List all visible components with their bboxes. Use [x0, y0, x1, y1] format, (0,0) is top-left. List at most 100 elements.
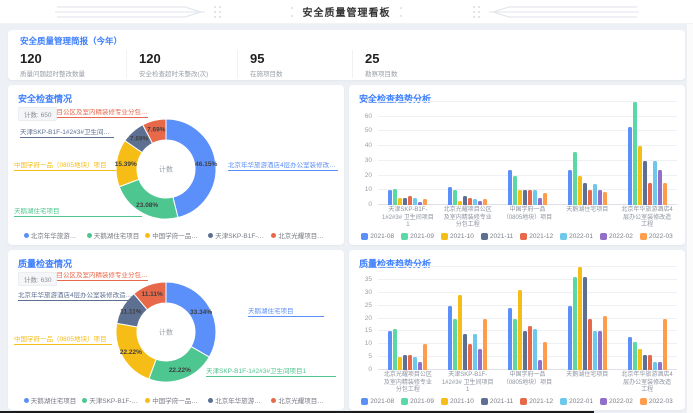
bar-2021-11[interactable]: [583, 277, 587, 370]
bar-2022-03[interactable]: [483, 319, 487, 371]
bar-2021-11[interactable]: [403, 355, 407, 370]
legend-item[interactable]: 2022-01: [560, 398, 593, 405]
bar-2022-01[interactable]: [533, 329, 537, 370]
legend-item[interactable]: 北京光耀项目公区及室内精装修专业分包工程: [271, 395, 328, 405]
legend-item[interactable]: 2022-01: [560, 233, 593, 240]
legend-item[interactable]: 2022-03: [640, 233, 673, 240]
legend-item[interactable]: 2021-08: [361, 398, 394, 405]
bar-2021-10[interactable]: [518, 190, 522, 205]
bar-2021-08[interactable]: [388, 331, 392, 370]
legend-item[interactable]: 2021-09: [401, 233, 434, 240]
bar-2021-09[interactable]: [513, 319, 517, 371]
legend-item[interactable]: 2021-12: [520, 398, 553, 405]
legend-item[interactable]: 2022-02: [600, 398, 633, 405]
bar-2021-08[interactable]: [628, 127, 632, 205]
bar-2021-12[interactable]: [468, 198, 472, 205]
bar-2021-11[interactable]: [463, 196, 467, 205]
bar-2021-12[interactable]: [648, 183, 652, 205]
bar-2021-09[interactable]: [633, 102, 637, 205]
bar-2022-03[interactable]: [603, 192, 607, 205]
legend-item[interactable]: 2022-02: [600, 233, 633, 240]
bar-2021-11[interactable]: [583, 183, 587, 205]
bar-2021-09[interactable]: [513, 176, 517, 205]
legend-item[interactable]: 中国学府一品（0805地块）项目: [145, 395, 202, 405]
legend-item[interactable]: 2021-10: [441, 398, 474, 405]
legend-item[interactable]: 天津SKP-B1F-1#2#3#卫生间项目1: [82, 395, 139, 405]
bar-2022-01[interactable]: [473, 334, 477, 370]
bar-2021-09[interactable]: [393, 329, 397, 370]
bar-2021-08[interactable]: [508, 308, 512, 370]
bar-2021-10[interactable]: [578, 176, 582, 205]
bar-2022-03[interactable]: [603, 316, 607, 370]
legend-item[interactable]: 天津SKP-B1F-1#2#3#卫生间项目1: [208, 230, 265, 240]
bar-2022-01[interactable]: [413, 198, 417, 205]
bar-2022-02[interactable]: [418, 202, 422, 205]
bar-2021-10[interactable]: [578, 267, 582, 370]
bar-2021-09[interactable]: [393, 189, 397, 205]
bar-2021-11[interactable]: [523, 190, 527, 205]
bar-2021-09[interactable]: [573, 152, 577, 205]
legend-item[interactable]: 2021-12: [520, 233, 553, 240]
bar-2022-03[interactable]: [483, 199, 487, 205]
bar-2022-02[interactable]: [658, 170, 662, 205]
bar-2021-10[interactable]: [638, 146, 642, 205]
legend-item[interactable]: 2021-11: [481, 233, 513, 240]
bar-2021-11[interactable]: [643, 161, 647, 205]
bar-2022-01[interactable]: [653, 362, 657, 370]
bar-2022-02[interactable]: [538, 360, 542, 370]
bar-2021-11[interactable]: [523, 331, 527, 370]
bar-2021-08[interactable]: [448, 306, 452, 370]
bar-2022-03[interactable]: [423, 199, 427, 205]
bar-2022-02[interactable]: [598, 190, 602, 205]
legend-item[interactable]: 2021-10: [441, 233, 474, 240]
bar-2021-10[interactable]: [458, 295, 462, 370]
bar-2022-03[interactable]: [663, 183, 667, 205]
legend-item[interactable]: 天鹅湖住宅项目: [87, 230, 140, 240]
bar-2021-08[interactable]: [448, 187, 452, 205]
bar-2021-10[interactable]: [398, 198, 402, 205]
bar-2022-03[interactable]: [423, 344, 427, 370]
legend-item[interactable]: 中国学府一品（0805地块）项目: [145, 230, 202, 240]
bar-2021-12[interactable]: [528, 190, 532, 205]
legend-item[interactable]: 2021-11: [481, 398, 513, 405]
bar-2021-11[interactable]: [463, 334, 467, 370]
bar-2022-03[interactable]: [543, 342, 547, 370]
bar-2021-09[interactable]: [573, 277, 577, 370]
legend-item[interactable]: 北京年华旅游酒店4层办公室装修改造工程: [24, 230, 81, 240]
bar-2021-12[interactable]: [588, 190, 592, 205]
bar-2022-01[interactable]: [473, 199, 477, 205]
bar-2021-12[interactable]: [648, 355, 652, 370]
bar-2021-08[interactable]: [628, 337, 632, 370]
legend-item[interactable]: 2021-08: [361, 233, 394, 240]
bar-2022-02[interactable]: [478, 349, 482, 370]
bar-2021-12[interactable]: [528, 326, 532, 370]
bar-2022-02[interactable]: [418, 362, 422, 370]
bar-2021-10[interactable]: [518, 290, 522, 370]
bar-2021-12[interactable]: [588, 319, 592, 371]
bar-2022-02[interactable]: [598, 331, 602, 370]
bar-2021-09[interactable]: [453, 319, 457, 371]
bar-2022-02[interactable]: [658, 362, 662, 370]
bar-2021-08[interactable]: [388, 190, 392, 205]
bar-2022-01[interactable]: [413, 357, 417, 370]
bar-2022-02[interactable]: [478, 201, 482, 205]
legend-item[interactable]: 天鹅湖住宅项目: [24, 395, 77, 405]
bar-2021-10[interactable]: [638, 349, 642, 370]
bar-2021-08[interactable]: [568, 306, 572, 370]
bar-2021-09[interactable]: [453, 190, 457, 205]
legend-item[interactable]: 北京光耀项目公区及室内精装修专业分包工程: [271, 230, 328, 240]
bar-2021-12[interactable]: [408, 355, 412, 370]
bar-2021-12[interactable]: [468, 344, 472, 370]
bar-2022-01[interactable]: [533, 190, 537, 205]
bar-2022-01[interactable]: [593, 331, 597, 370]
bar-2021-10[interactable]: [398, 357, 402, 370]
pie-slice[interactable]: [149, 347, 209, 382]
bar-2021-08[interactable]: [508, 170, 512, 205]
pie-slice[interactable]: [166, 282, 216, 357]
legend-item[interactable]: 2022-03: [640, 398, 673, 405]
bar-2021-10[interactable]: [458, 201, 462, 205]
bar-2022-01[interactable]: [653, 161, 657, 205]
bar-2022-02[interactable]: [538, 198, 542, 205]
bar-2021-11[interactable]: [403, 198, 407, 205]
legend-item[interactable]: 2021-09: [401, 398, 434, 405]
